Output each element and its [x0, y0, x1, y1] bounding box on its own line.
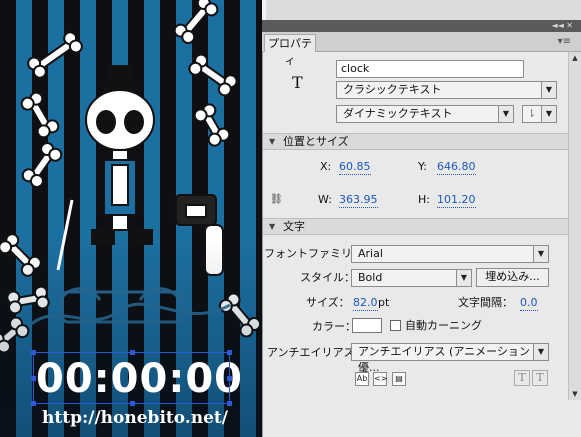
antialias-select[interactable]: アンチエイリアス (アニメーション優... ▼ [351, 343, 549, 374]
letter-spacing-label: 文字間隔： [458, 296, 513, 309]
panel-tab-bar: プロパティ ▾≡ [262, 32, 581, 67]
url-text: http://honebito.net/ [42, 408, 228, 428]
link-icon[interactable]: ⛓ [270, 193, 283, 207]
color-label: カラー： [312, 320, 356, 333]
style-select[interactable]: Bold ▼ [351, 269, 472, 287]
selection-box[interactable] [31, 350, 232, 406]
text-tool-icon: T [292, 73, 303, 92]
style-label: スタイル： [300, 271, 355, 284]
resize-handle-ml[interactable] [31, 376, 36, 381]
border-icon[interactable]: ▤ [392, 372, 406, 386]
section-position-size[interactable]: ▼ 位置とサイズ [263, 133, 568, 150]
chevron-down-icon: ▼ [498, 106, 513, 122]
color-swatch[interactable] [352, 318, 382, 333]
x-label: X: [320, 160, 332, 173]
panel-title-bar: ◄◄ ✕ [262, 20, 581, 32]
chevron-down-icon: ▼ [533, 344, 548, 360]
stage-canvas[interactable]: 00:00:00 http://honebito.net/ [0, 0, 262, 437]
chevron-down-icon: ▼ [541, 82, 556, 98]
line-type-select[interactable]: ⇂ ▼ [522, 105, 557, 123]
resize-handle-tl[interactable] [31, 350, 36, 355]
chevron-down-icon: ▼ [541, 106, 556, 122]
size-label: サイズ： [306, 296, 350, 309]
text-engine-select[interactable]: クラシックテキスト ▼ [336, 81, 557, 99]
collapse-triangle-icon: ▼ [269, 222, 276, 231]
letter-spacing-value[interactable]: 0.0 [520, 296, 538, 311]
collapse-icon[interactable]: ◄◄ ✕ [551, 20, 573, 32]
y-value[interactable]: 646.80 [437, 160, 476, 175]
h-value[interactable]: 101.20 [437, 193, 476, 208]
chevron-down-icon: ▼ [456, 270, 471, 286]
section-character-title: 文字 [283, 220, 305, 233]
auto-kerning-label: 自動カーニング [405, 319, 482, 332]
font-family-value: Arial [358, 247, 383, 260]
text-type-select[interactable]: ダイナミックテキスト ▼ [336, 105, 514, 123]
subscript-icon[interactable]: T [532, 370, 548, 386]
x-value[interactable]: 60.85 [339, 160, 371, 175]
render-html-icon[interactable]: <> [373, 372, 387, 386]
chevron-down-icon: ▼ [533, 246, 548, 262]
line-type-icon: ⇂ [527, 107, 537, 120]
w-value[interactable]: 363.95 [339, 193, 378, 208]
selectable-text-icon[interactable]: Ab [355, 372, 369, 386]
resize-handle-tc[interactable] [130, 350, 135, 355]
size-unit: pt [378, 296, 390, 309]
instance-name-input[interactable]: clock [336, 60, 524, 78]
h-label: H: [418, 193, 430, 206]
superscript-icon[interactable]: T [514, 370, 530, 386]
embed-button[interactable]: 埋め込み... [476, 268, 549, 287]
y-label: Y: [418, 160, 427, 173]
collapse-triangle-icon: ▼ [269, 137, 276, 146]
section-character[interactable]: ▼ 文字 [263, 218, 568, 235]
auto-kerning-checkbox[interactable] [390, 320, 401, 331]
style-value: Bold [358, 271, 383, 284]
scroll-down-icon[interactable]: ▼ [569, 388, 581, 400]
w-label: W: [318, 193, 332, 206]
resize-handle-mr[interactable] [227, 376, 232, 381]
font-family-select[interactable]: Arial ▼ [351, 245, 549, 263]
size-value[interactable]: 82.0 [353, 296, 378, 311]
panel-scrollbar[interactable]: ▲ ▼ [568, 52, 581, 400]
text-type-value: ダイナミックテキスト [343, 107, 453, 120]
panel-menu-icon[interactable]: ▾≡ [558, 36, 571, 48]
scroll-up-icon[interactable]: ▲ [569, 52, 581, 64]
text-engine-value: クラシックテキスト [343, 83, 442, 96]
tab-properties[interactable]: プロパティ [264, 34, 316, 67]
resize-handle-tr[interactable] [227, 350, 232, 355]
section-position-size-title: 位置とサイズ [283, 135, 349, 148]
